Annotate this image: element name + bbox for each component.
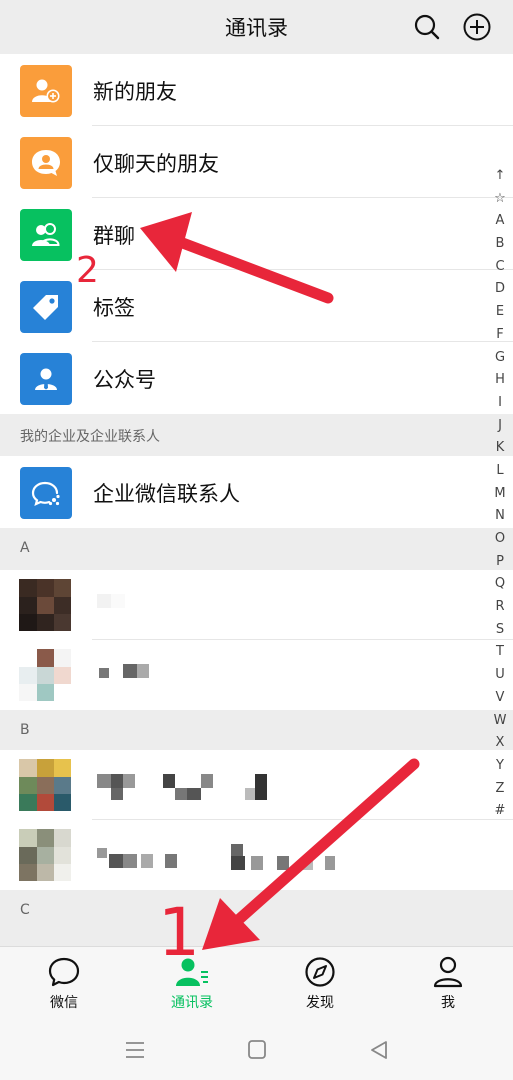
contact-name-redacted (97, 774, 277, 800)
wecom-contacts-item[interactable]: 企业微信联系人 (0, 456, 513, 528)
contact-row[interactable] (0, 820, 513, 890)
contact-name-redacted (97, 844, 337, 870)
index-letter[interactable]: X (490, 732, 510, 755)
index-letter[interactable]: N (490, 505, 510, 528)
new-friends-label: 新的朋友 (93, 80, 177, 104)
section-letter: C (20, 902, 30, 918)
group-chat-icon (20, 209, 72, 261)
compass-icon (305, 957, 335, 987)
index-letter[interactable]: U (490, 664, 510, 687)
index-letter[interactable]: J (490, 415, 510, 438)
index-letter[interactable]: V (490, 687, 510, 710)
wecom-contacts-label: 企业微信联系人 (93, 482, 240, 506)
index-letter[interactable]: W (490, 710, 510, 733)
section-letter: A (20, 540, 30, 556)
chat-only-friends-item[interactable]: 仅聊天的朋友 (0, 126, 513, 198)
section-header-c: C (0, 890, 513, 930)
plus-circle-icon (463, 13, 491, 41)
index-letter[interactable]: # (490, 800, 510, 823)
index-letter[interactable]: Y (490, 755, 510, 778)
chat-only-friends-label: 仅聊天的朋友 (93, 152, 219, 176)
chat-bubble-icon (48, 957, 80, 987)
index-letter[interactable]: M (490, 483, 510, 506)
index-letter[interactable]: A (490, 210, 510, 233)
header-bar: 通讯录 (0, 0, 513, 54)
index-letter[interactable]: T (490, 641, 510, 664)
step-1-label: 1 (158, 894, 200, 971)
avatar (19, 759, 71, 811)
avatar (19, 829, 71, 881)
index-letter[interactable]: P (490, 551, 510, 574)
index-letter[interactable]: ↑ (490, 165, 510, 188)
official-accounts-item[interactable]: 公众号 (0, 342, 513, 414)
index-letter[interactable]: H (490, 369, 510, 392)
contact-row[interactable] (0, 640, 513, 710)
index-letter[interactable]: S (490, 619, 510, 642)
avatar (19, 649, 71, 701)
index-letter[interactable]: E (490, 301, 510, 324)
tags-label: 标签 (93, 296, 135, 320)
tab-me[interactable]: 我 (384, 947, 512, 1021)
contact-row[interactable] (0, 750, 513, 820)
wecom-icon (20, 467, 72, 519)
contact-name-redacted (97, 594, 137, 614)
index-letter[interactable]: G (490, 347, 510, 370)
index-letter[interactable]: K (490, 437, 510, 460)
menu-icon[interactable] (122, 1038, 148, 1062)
home-icon[interactable] (244, 1038, 270, 1062)
tab-label: 微信 (50, 995, 78, 1011)
tab-label: 我 (441, 995, 455, 1011)
official-account-icon (20, 353, 72, 405)
contact-row[interactable] (0, 570, 513, 640)
tab-label: 通讯录 (171, 995, 213, 1011)
section-letter: B (20, 722, 30, 738)
bottom-tab-bar: 微信 通讯录 发现 我 (0, 946, 513, 1020)
system-nav-bar (0, 1020, 513, 1080)
tag-icon (20, 281, 72, 333)
alphabet-index[interactable]: ↑ ☆ A B C D E F G H I J K L M N O P Q R S T U V W X Y Z # (490, 165, 510, 823)
index-letter[interactable]: R (490, 596, 510, 619)
section-header-enterprise: 我的企业及企业联系人 (0, 414, 513, 456)
person-icon (433, 956, 463, 988)
contact-name-redacted (97, 664, 157, 684)
index-letter[interactable]: Z (490, 778, 510, 801)
index-letter[interactable]: D (490, 278, 510, 301)
avatar (19, 579, 71, 631)
official-accounts-label: 公众号 (93, 368, 156, 392)
index-letter[interactable]: L (490, 460, 510, 483)
section-label: 我的企业及企业联系人 (20, 429, 160, 445)
search-button[interactable] (410, 10, 444, 44)
group-chats-label: 群聊 (93, 224, 135, 248)
tab-chats[interactable]: 微信 (0, 947, 128, 1021)
index-letter[interactable]: Q (490, 573, 510, 596)
index-letter[interactable]: I (490, 392, 510, 415)
step-2-label: 2 (76, 250, 99, 291)
index-letter[interactable]: O (490, 528, 510, 551)
tab-label: 发现 (306, 995, 334, 1011)
chat-only-friend-icon (20, 137, 72, 189)
section-header-b: B (0, 710, 513, 750)
add-friend-icon (20, 65, 72, 117)
new-friends-item[interactable]: 新的朋友 (0, 54, 513, 126)
section-header-a: A (0, 528, 513, 570)
index-letter[interactable]: F (490, 324, 510, 347)
search-icon (414, 14, 440, 40)
index-letter[interactable]: ☆ (490, 188, 510, 211)
tab-discover[interactable]: 发现 (256, 947, 384, 1021)
back-icon[interactable] (366, 1038, 392, 1062)
index-letter[interactable]: B (490, 233, 510, 256)
index-letter[interactable]: C (490, 256, 510, 279)
add-button[interactable] (460, 10, 494, 44)
contact-list: 新的朋友 仅聊天的朋友 群聊 标签 公众号 我的企业及企业联系人 企业微信联系人… (0, 54, 513, 930)
